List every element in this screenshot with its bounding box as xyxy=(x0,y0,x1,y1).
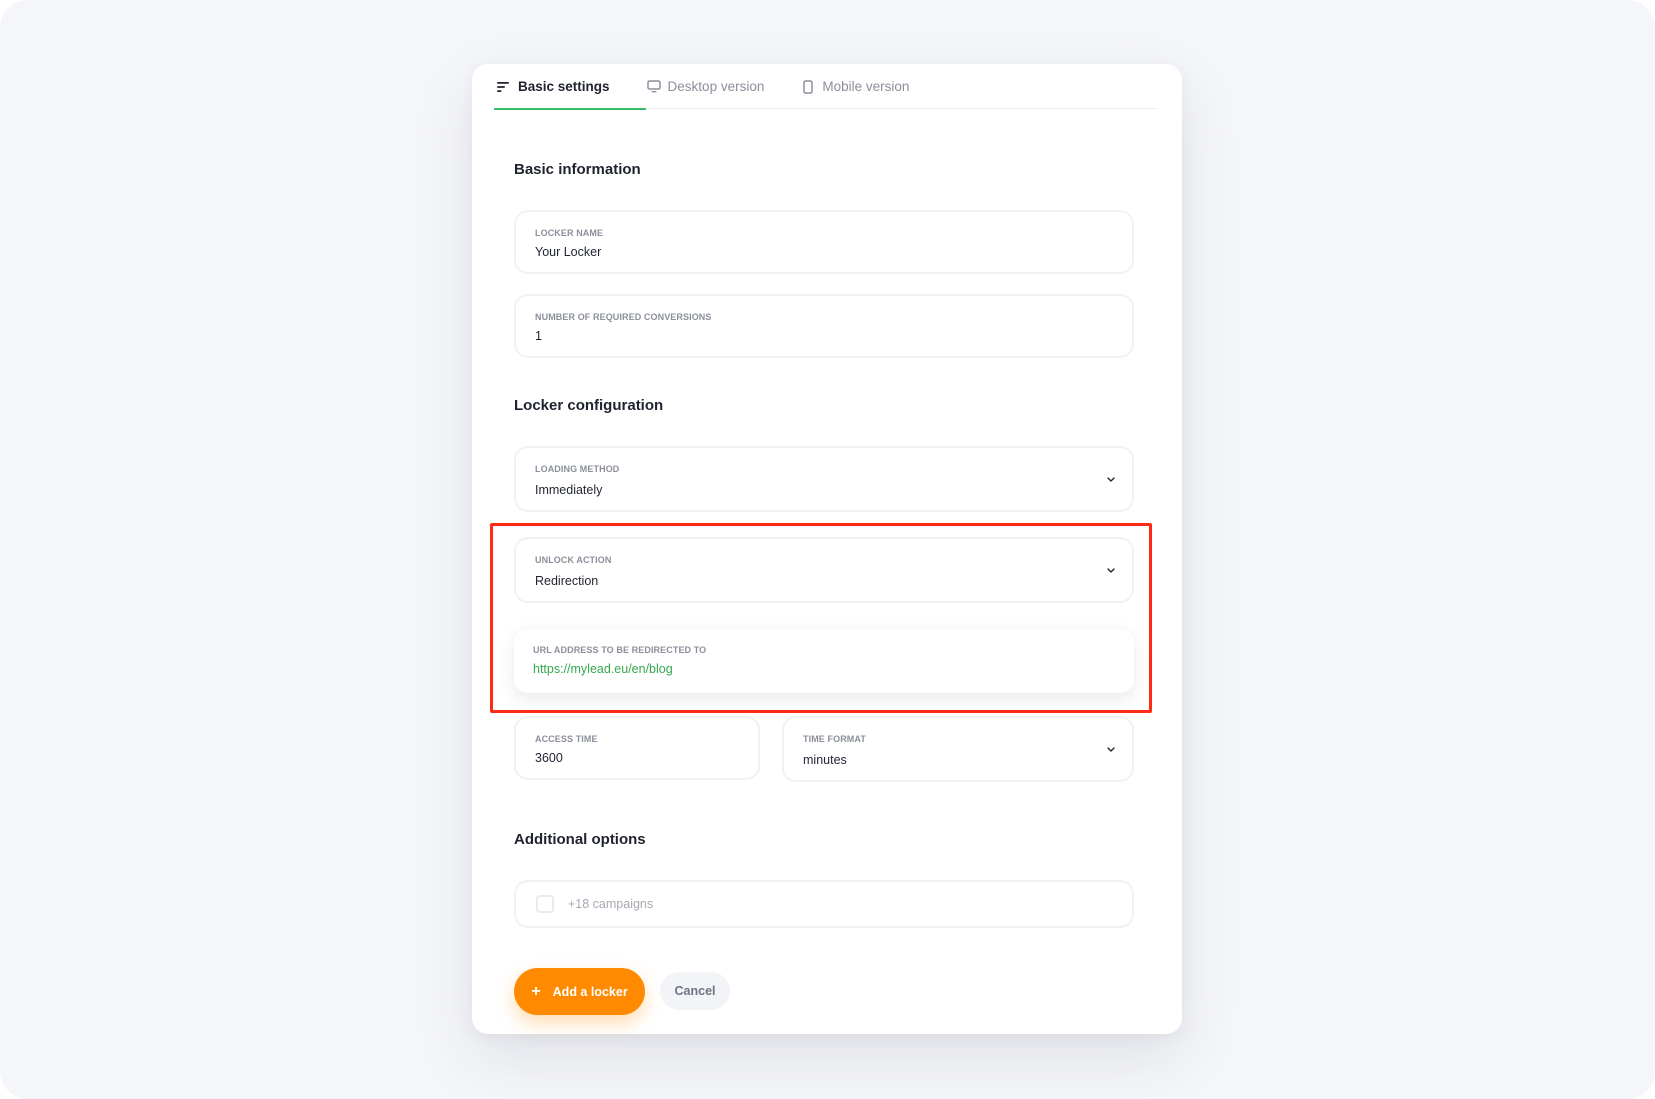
unlock-action-select[interactable]: UNLOCK ACTION Redirection xyxy=(514,537,1134,603)
access-time-label: ACCESS TIME xyxy=(535,734,598,744)
redirect-url-label: URL ADDRESS TO BE REDIRECTED TO xyxy=(533,645,707,655)
tab-basic-settings-label: Basic settings xyxy=(518,79,610,94)
locker-name-value: Your Locker xyxy=(535,245,602,259)
chevron-down-icon xyxy=(1106,744,1116,754)
time-format-value: minutes xyxy=(803,753,847,767)
section-title-additional-options: Additional options xyxy=(514,831,646,848)
chevron-down-icon xyxy=(1106,474,1116,484)
section-title-basic-information: Basic information xyxy=(514,161,641,178)
adult-campaigns-label: +18 campaigns xyxy=(568,897,654,911)
redirect-url-value: https://mylead.eu/en/blog xyxy=(533,662,673,676)
locker-name-label: LOCKER NAME xyxy=(535,228,604,238)
cancel-button[interactable]: Cancel xyxy=(660,972,730,1010)
tab-mobile-version-label: Mobile version xyxy=(822,79,910,94)
adult-campaigns-checkbox[interactable] xyxy=(536,895,554,913)
section-title-locker-configuration: Locker configuration xyxy=(514,397,664,414)
tab-desktop-version-label: Desktop version xyxy=(667,79,765,94)
tab-mobile-version[interactable]: Mobile version xyxy=(800,64,909,109)
required-conversions-label: NUMBER OF REQUIRED CONVERSIONS xyxy=(535,312,712,322)
locker-name-field[interactable]: LOCKER NAME Your Locker xyxy=(514,210,1134,274)
required-conversions-field[interactable]: NUMBER OF REQUIRED CONVERSIONS 1 xyxy=(514,294,1134,358)
chevron-down-icon xyxy=(1106,565,1116,575)
access-time-value: 3600 xyxy=(535,751,563,765)
tab-desktop-version[interactable]: Desktop version xyxy=(646,64,765,109)
redirect-url-field[interactable]: URL ADDRESS TO BE REDIRECTED TO https://… xyxy=(514,629,1134,693)
required-conversions-value: 1 xyxy=(535,329,542,343)
time-format-select[interactable]: TIME FORMAT minutes xyxy=(782,716,1134,782)
unlock-action-value: Redirection xyxy=(535,574,599,588)
time-format-label: TIME FORMAT xyxy=(803,734,866,744)
adult-campaigns-option[interactable]: +18 campaigns xyxy=(514,880,1134,928)
loading-method-label: LOADING METHOD xyxy=(535,464,620,474)
loading-method-select[interactable]: LOADING METHOD Immediately xyxy=(514,446,1134,512)
unlock-action-label: UNLOCK ACTION xyxy=(535,555,612,565)
loading-method-value: Immediately xyxy=(535,483,603,497)
plus-icon: + xyxy=(531,982,541,1000)
mobile-icon xyxy=(800,79,816,95)
locker-form-card: Basic settings Desktop version Mobile ve… xyxy=(472,64,1182,1034)
desktop-icon xyxy=(646,79,662,95)
list-icon xyxy=(496,79,512,95)
access-time-field[interactable]: ACCESS TIME 3600 xyxy=(514,716,760,780)
add-locker-button[interactable]: + Add a locker xyxy=(514,968,645,1015)
add-locker-label: Add a locker xyxy=(552,984,628,999)
tab-basic-settings[interactable]: Basic settings xyxy=(494,64,645,110)
cancel-label: Cancel xyxy=(674,984,716,998)
tab-bar: Basic settings Desktop version Mobile ve… xyxy=(494,64,1157,110)
